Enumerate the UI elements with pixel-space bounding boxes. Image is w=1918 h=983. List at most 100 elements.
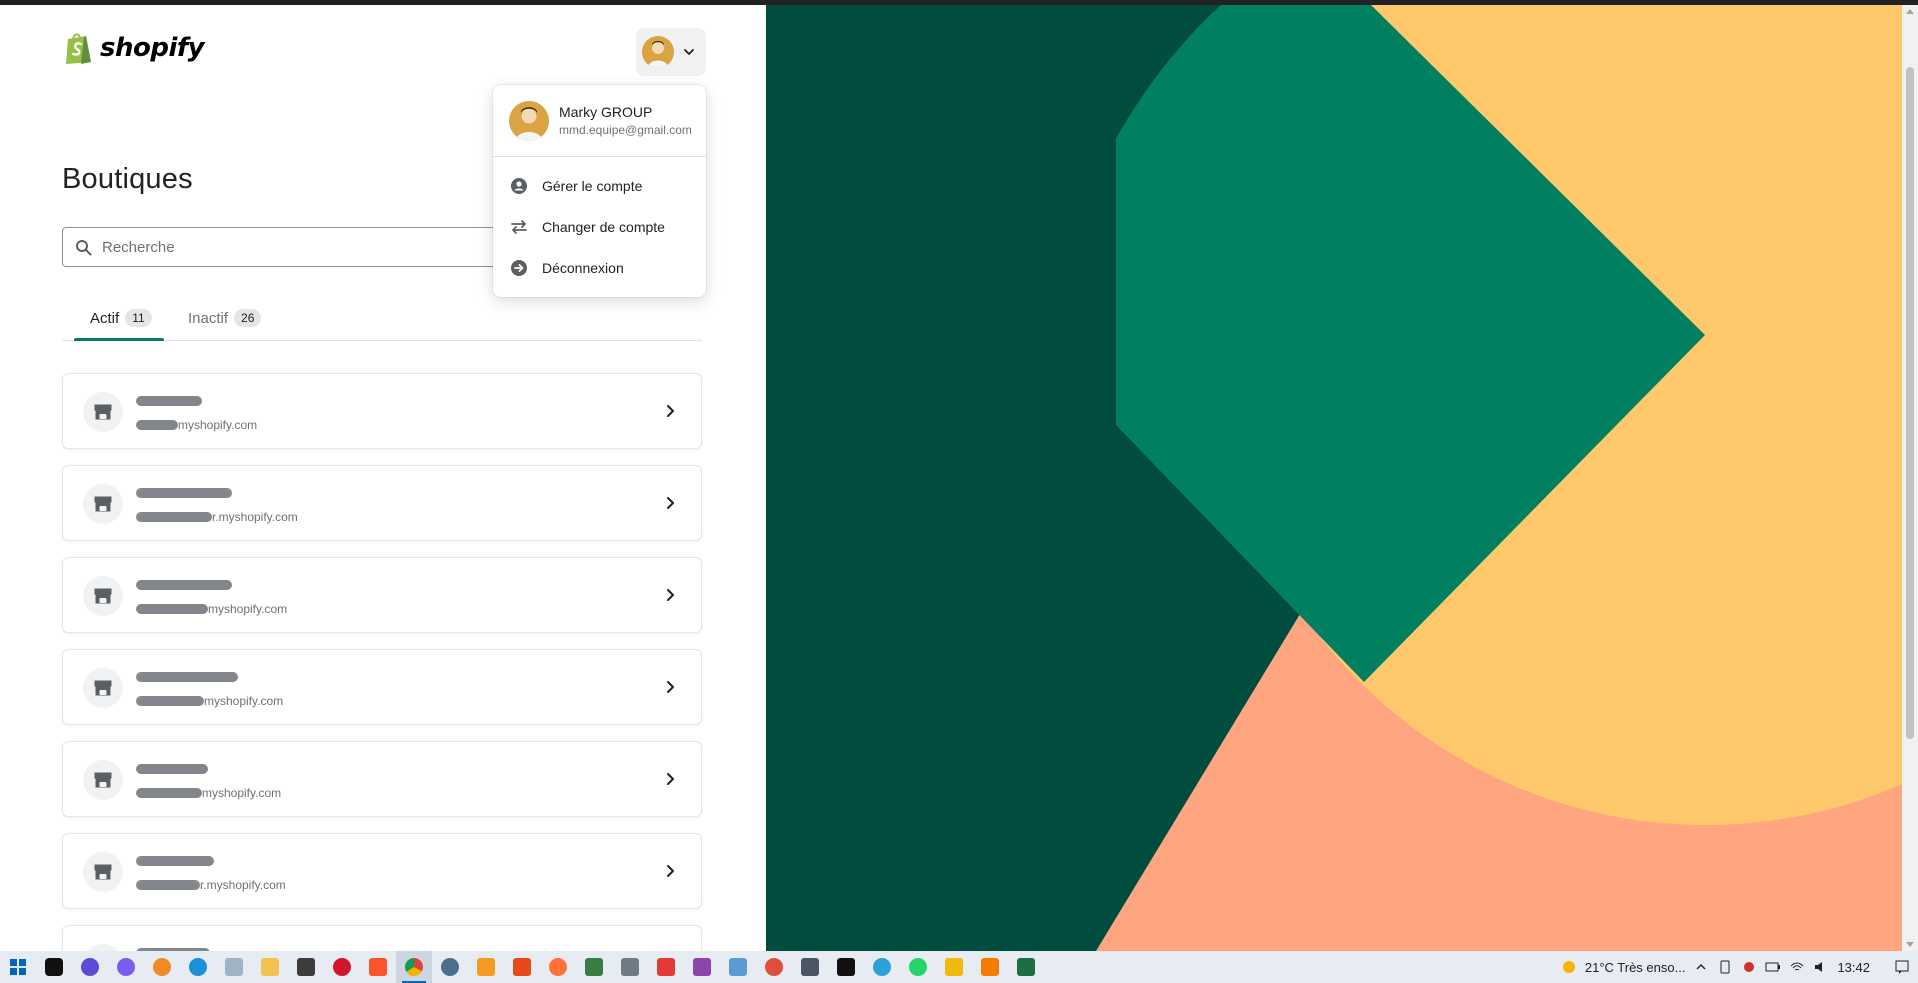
telegram-icon[interactable] [864,951,900,983]
page-title: Boutiques [62,163,193,195]
system-tray: 21°C Très enso... 13:42 [1561,951,1918,983]
avatar [509,100,549,141]
antivirus-icon[interactable] [1741,959,1757,975]
account-menu-button[interactable] [636,28,706,76]
store-name-redacted [136,580,232,590]
menu-item-label: Changer de compte [542,218,665,235]
scroll-up-arrow-icon[interactable] [1906,9,1914,14]
store-status-tabs: Actif 11 Inactif 26 [62,295,702,341]
chevron-right-icon [667,497,674,509]
app-network-icon[interactable] [576,951,612,983]
netflix-icon[interactable] [828,951,864,983]
tiktok-icon[interactable] [36,951,72,983]
store-icon [83,852,123,892]
app-tag-icon[interactable] [792,951,828,983]
store-name-redacted [136,672,238,682]
store-name-redacted [136,764,208,774]
page-scrollbar[interactable] [1902,5,1918,951]
store-url: myshopify.com [136,694,283,708]
account-email: mmd.equipe@gmail.com [559,123,692,137]
store-app-icon[interactable] [288,951,324,983]
settings-icon[interactable] [756,951,792,983]
store-row[interactable] [62,925,702,951]
notifications-icon[interactable] [1894,959,1910,975]
battery-icon[interactable] [1765,959,1781,975]
tab-inactif[interactable]: Inactif 26 [188,295,262,341]
cortana-icon[interactable] [72,951,108,983]
weather-text[interactable]: 21°C Très enso... [1585,960,1686,975]
store-row[interactable]: r.myshopify.com [62,465,702,541]
tab-count-badge: 11 [125,309,152,327]
scroll-down-arrow-icon[interactable] [1906,942,1914,947]
store-url-text: myshopify.com [178,418,258,432]
wifi-icon[interactable] [1789,959,1805,975]
windows-start-icon[interactable] [0,951,36,983]
store-row[interactable]: r.myshopify.com [62,833,702,909]
store-url-text: myshopify.com [204,694,284,708]
device-icon[interactable] [1717,959,1733,975]
task-view-icon[interactable] [216,951,252,983]
store-icon [83,760,123,800]
store-url-text: r.myshopify.com [200,878,286,892]
chrome-icon[interactable] [396,951,432,983]
logo-text: shopify [100,33,205,63]
switch-arrows-icon [511,219,527,234]
chevron-right-icon [667,681,674,693]
windows-taskbar: 21°C Très enso... 13:42 [0,951,1918,983]
app-orange-icon[interactable] [468,951,504,983]
brave-icon[interactable] [360,951,396,983]
app-chart-icon[interactable] [972,951,1008,983]
chevron-up-icon[interactable] [1693,959,1709,975]
tab-actif[interactable]: Actif 11 [90,295,152,341]
store-url: r.myshopify.com [136,510,298,524]
messenger-icon[interactable] [108,951,144,983]
avatar [642,36,674,68]
store-icon [83,576,123,616]
store-list: myshopify.com r.myshopify.com myshopify.… [62,373,702,951]
store-url: r.myshopify.com [136,878,286,892]
app-purple-icon[interactable] [684,951,720,983]
store-name-redacted [136,856,214,866]
app-red-icon[interactable] [648,951,684,983]
whatsapp-icon[interactable] [900,951,936,983]
store-row[interactable]: myshopify.com [62,649,702,725]
scroll-thumb[interactable] [1906,67,1914,739]
store-url: myshopify.com [136,418,257,432]
chevron-right-icon [667,405,674,417]
store-icon [83,944,123,951]
account-dropdown-menu: Marky GROUP mmd.equipe@gmail.com Gérer l… [493,85,706,297]
menu-item-switch-account[interactable]: Changer de compte [493,206,706,247]
person-circle-icon [511,177,527,194]
search-app-icon[interactable] [144,951,180,983]
menu-item-manage-account[interactable]: Gérer le compte [493,165,706,206]
chevron-right-icon [667,773,674,785]
edge-icon[interactable] [180,951,216,983]
excel-icon[interactable] [1008,951,1044,983]
store-icon [83,392,123,432]
store-name-redacted [136,396,202,406]
menu-item-logout[interactable]: Déconnexion [493,247,706,288]
tab-label: Inactif [188,309,229,327]
volume-icon[interactable] [1813,959,1829,975]
brand-shapes-graphic [766,5,1902,951]
file-explorer-icon[interactable] [252,951,288,983]
clock-time[interactable]: 13:42 [1837,960,1870,975]
store-row[interactable]: myshopify.com [62,741,702,817]
binance-icon[interactable] [936,951,972,983]
app-grey-icon[interactable] [612,951,648,983]
opera-icon[interactable] [324,951,360,983]
active-tab-indicator [74,338,164,341]
decorative-illustration [766,5,1902,951]
store-row[interactable]: myshopify.com [62,373,702,449]
search-icon [76,239,92,255]
notepad-icon[interactable] [720,951,756,983]
firefox-icon[interactable] [540,951,576,983]
office-icon[interactable] [504,951,540,983]
store-icon [83,668,123,708]
shopify-logo[interactable]: shopify [64,31,205,65]
store-row[interactable]: myshopify.com [62,557,702,633]
store-url: myshopify.com [136,786,281,800]
weather-sun-icon[interactable] [1561,959,1577,975]
tab-count-badge: 26 [234,309,262,327]
chrome-alt-icon[interactable] [432,951,468,983]
